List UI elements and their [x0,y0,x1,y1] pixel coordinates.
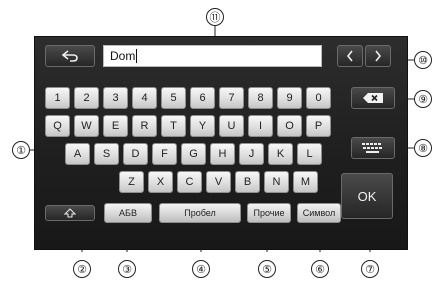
key-k[interactable]: K [268,143,293,165]
key-o[interactable]: O [277,115,302,137]
key-d[interactable]: D [123,143,148,165]
back-button[interactable] [45,45,95,67]
cursor-right-button[interactable] [365,45,391,67]
key-2[interactable]: 2 [74,87,99,109]
key-e[interactable]: E [103,115,128,137]
key-j[interactable]: J [239,143,264,165]
keyboard-screen: Dom 1234567890 QWERTYUIOP ASDFGHJKL ZXCV… [34,36,408,250]
callout-2: ② [73,260,91,278]
space-button[interactable]: Пробел [159,203,241,223]
key-6[interactable]: 6 [190,87,215,109]
key-u[interactable]: U [219,115,244,137]
other-label: Прочие [253,208,285,218]
callout-7: ⑦ [361,260,379,278]
key-m[interactable]: M [293,171,318,193]
callout-5: ⑤ [258,260,276,278]
shift-button[interactable] [45,205,95,221]
shift-arrow-icon [64,208,76,218]
text-caret [136,49,138,63]
key-p[interactable]: P [306,115,331,137]
layout-abv-button[interactable]: АБВ [104,203,152,223]
key-a[interactable]: A [65,143,90,165]
space-label: Пробел [184,208,216,218]
key-z[interactable]: Z [119,171,144,193]
key-l[interactable]: L [297,143,322,165]
ok-label: OK [357,188,377,204]
key-n[interactable]: N [264,171,289,193]
layout-abv-label: АБВ [119,208,137,218]
cursor-left-button[interactable] [337,45,363,67]
key-q[interactable]: Q [45,115,70,137]
callout-6: ⑥ [311,260,329,278]
symbol-button[interactable]: Символ [297,203,341,223]
key-9[interactable]: 9 [277,87,302,109]
key-r[interactable]: R [132,115,157,137]
key-8[interactable]: 8 [248,87,273,109]
search-input[interactable]: Dom [103,45,322,67]
other-button[interactable]: Прочие [247,203,291,223]
chevron-left-icon [346,50,353,62]
key-7[interactable]: 7 [219,87,244,109]
key-b[interactable]: B [235,171,260,193]
ok-button[interactable]: OK [341,173,393,219]
key-1[interactable]: 1 [45,87,70,109]
key-v[interactable]: V [206,171,231,193]
backspace-icon [363,93,383,103]
callout-9: ⑨ [414,90,432,108]
key-4[interactable]: 4 [132,87,157,109]
key-y[interactable]: Y [190,115,215,137]
back-arrow-icon [62,50,78,62]
key-h[interactable]: H [210,143,235,165]
key-c[interactable]: C [177,171,202,193]
key-x[interactable]: X [148,171,173,193]
delete-button[interactable] [351,87,395,109]
callout-4: ④ [192,260,210,278]
key-i[interactable]: I [248,115,273,137]
callout-11: ⑪ [206,8,224,26]
callout-8: ⑧ [414,139,432,157]
key-3[interactable]: 3 [103,87,128,109]
key-s[interactable]: S [94,143,119,165]
keyboard-icon [362,143,382,153]
keyboard-layout-button[interactable] [351,137,395,159]
key-w[interactable]: W [74,115,99,137]
input-value: Dom [110,49,136,63]
chevron-right-icon [375,50,382,62]
symbol-label: Символ [302,208,336,218]
callout-3: ③ [118,260,136,278]
callout-1: ① [12,141,30,159]
key-t[interactable]: T [161,115,186,137]
key-0[interactable]: 0 [306,87,331,109]
key-f[interactable]: F [152,143,177,165]
callout-10: ⑩ [414,51,432,69]
key-g[interactable]: G [181,143,206,165]
key-5[interactable]: 5 [161,87,186,109]
